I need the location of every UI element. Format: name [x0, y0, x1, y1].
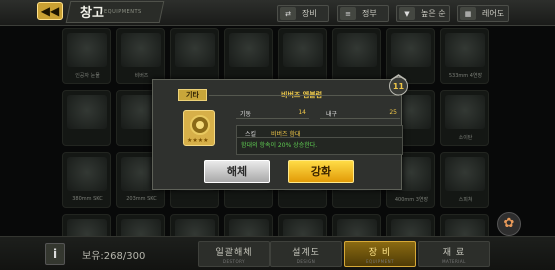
- info-icon[interactable]: i: [45, 243, 65, 265]
- skill-box: 스킬 비버즈 함대 함대의 항속이 20% 상승한다.: [236, 125, 403, 155]
- stat-mobility: 기동 14: [240, 109, 306, 118]
- bottom-bar: i 보유:268/300 일괄해체 DESTORY 설계도 DESIGN 장 비…: [0, 236, 555, 270]
- page-subtitle: EQUIPMENTS: [104, 9, 142, 15]
- beaver-emblem-icon: ★★★★: [183, 110, 215, 146]
- dismantle-button[interactable]: 해체: [204, 160, 270, 183]
- skill-divider: [237, 137, 402, 138]
- tab-design[interactable]: 설계도 DESIGN: [270, 241, 342, 267]
- rarity-sort-button[interactable]: ▦ 레어도: [457, 5, 509, 22]
- sort-icon: ▼: [399, 7, 415, 20]
- tab-dismantle-all[interactable]: 일괄해체 DESTORY: [198, 241, 270, 267]
- back-arrow-icon[interactable]: ◀◀: [37, 2, 63, 20]
- all-filter-button[interactable]: ≡ 정부: [337, 5, 389, 22]
- category-badge: 기타: [178, 89, 207, 101]
- filter-icon: ▦: [460, 7, 476, 20]
- modal-content: 기타 비버즈 엠블럼 ★★★★ 기동 14 내구 25 스킬 비버즈 함대 함대…: [163, 85, 403, 183]
- tab-material[interactable]: 재 료 MATERIAL: [418, 241, 490, 267]
- level-badge-text: 11: [393, 82, 405, 91]
- top-bar: ◀◀ 창고 EQUIPMENTS ⇄ 장비 ≡ 정부 ▼ 높은 순 ▦ 레어도: [0, 0, 555, 26]
- skill-description: 함대의 항속이 20% 상승한다.: [241, 142, 318, 149]
- stat-durability: 내구 25: [326, 109, 397, 118]
- tab-equipment[interactable]: 장 비 EQUIPMENT: [344, 241, 416, 267]
- level-badge-icon: 11: [389, 74, 408, 96]
- sort-order-button[interactable]: ▼ 높은 순: [396, 5, 450, 22]
- stat-divider: [320, 118, 400, 119]
- equip-toggle-button[interactable]: ⇄ 장비: [277, 5, 329, 22]
- item-detail-modal: 기타 비버즈 엠블럼 ★★★★ 기동 14 내구 25 스킬 비버즈 함대 함대…: [152, 79, 403, 190]
- header-divider: [209, 95, 399, 96]
- page-title: 창고: [80, 6, 104, 21]
- list-icon: ≡: [340, 7, 356, 20]
- emblem-face: [190, 115, 210, 135]
- held-count: 보유:268/300: [82, 251, 146, 262]
- rarity-stars: ★★★★: [187, 137, 209, 144]
- paw-icon[interactable]: ✿: [497, 212, 521, 236]
- stat-divider: [236, 118, 309, 119]
- upgrade-button[interactable]: 강화: [288, 160, 354, 183]
- swap-icon: ⇄: [280, 7, 296, 20]
